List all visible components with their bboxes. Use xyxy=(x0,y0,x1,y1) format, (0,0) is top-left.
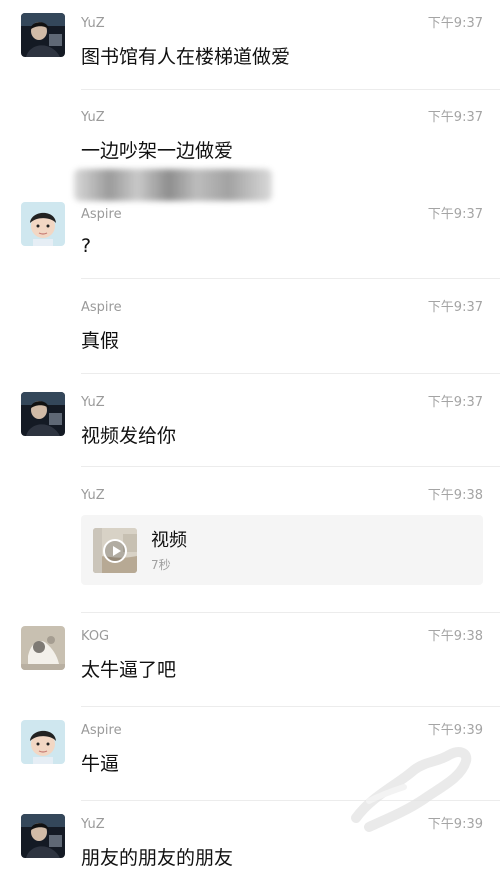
message-time: 下午9:38 xyxy=(427,488,483,503)
message-time: 下午9:38 xyxy=(427,629,483,644)
yuz-avatar-icon[interactable] xyxy=(21,13,65,57)
kog-avatar-icon[interactable] xyxy=(21,626,65,670)
message-item: KOG 下午9:38 太牛逼了吧 xyxy=(0,613,500,707)
play-icon[interactable] xyxy=(103,539,127,563)
sender-name: YuZ xyxy=(81,16,105,31)
message-item: Aspire 下午9:37 ? xyxy=(0,195,500,279)
aspire-avatar-icon[interactable] xyxy=(21,720,65,764)
message-item: Aspire 下午9:37 真假 xyxy=(0,279,500,374)
message-time: 下午9:37 xyxy=(427,110,483,125)
message-text[interactable]: 一边吵架一边做爱 xyxy=(81,138,233,164)
message-text[interactable]: ? xyxy=(81,233,91,259)
message-item: YuZ 下午9:37 图书馆有人在楼梯道做爱 xyxy=(0,0,500,90)
aspire-avatar-icon[interactable] xyxy=(21,202,65,246)
message-time: 下午9:39 xyxy=(427,723,483,738)
message-text[interactable]: 朋友的朋友的朋友 xyxy=(81,845,233,871)
message-text[interactable]: 图书馆有人在楼梯道做爱 xyxy=(81,44,290,70)
sender-name: YuZ xyxy=(81,395,105,410)
sender-name: KOG xyxy=(81,629,110,644)
message-time: 下午9:37 xyxy=(427,207,483,222)
watermark-icon xyxy=(351,747,472,832)
message-time: 下午9:37 xyxy=(427,300,483,315)
video-message-card[interactable]: 视频 7秒 xyxy=(81,515,483,585)
sender-name: Aspire xyxy=(81,723,122,738)
message-item: YuZ 下午9:37 视频发给你 xyxy=(0,374,500,467)
sender-name: YuZ xyxy=(81,488,105,503)
message-text[interactable]: 视频发给你 xyxy=(81,423,176,449)
video-duration: 7秒 xyxy=(151,558,171,572)
message-text[interactable]: 太牛逼了吧 xyxy=(81,657,176,683)
message-text[interactable]: 牛逼 xyxy=(81,751,119,777)
video-title: 视频 xyxy=(151,530,187,551)
yuz-avatar-icon[interactable] xyxy=(21,814,65,858)
sender-name: Aspire xyxy=(81,300,122,315)
message-text[interactable]: 真假 xyxy=(81,328,119,354)
message-time: 下午9:37 xyxy=(427,16,483,31)
yuz-avatar-icon[interactable] xyxy=(21,392,65,436)
sender-name: YuZ xyxy=(81,110,105,125)
video-thumbnail[interactable] xyxy=(93,528,137,573)
message-time: 下午9:37 xyxy=(427,395,483,410)
sender-name: Aspire xyxy=(81,207,122,222)
sender-name: YuZ xyxy=(81,817,105,832)
